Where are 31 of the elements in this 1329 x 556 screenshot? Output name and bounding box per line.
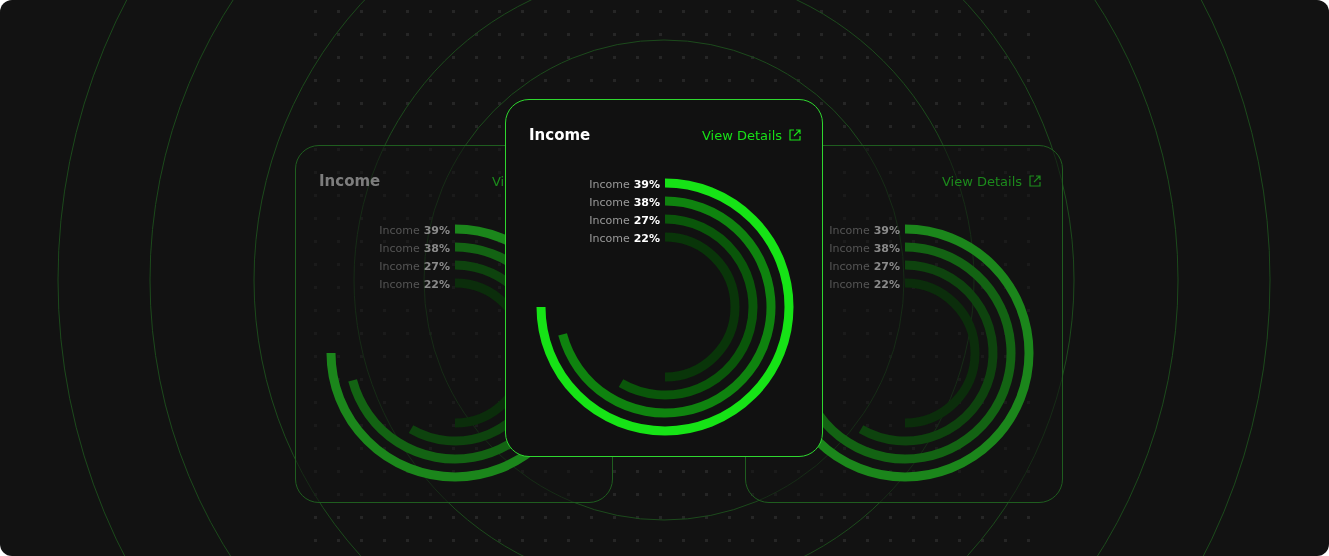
card-title: Income [529, 126, 591, 144]
legend-label: Income [379, 241, 420, 255]
legend-value: 38% [423, 241, 450, 255]
legend-value: 22% [633, 231, 660, 245]
legend-label: Income [829, 223, 870, 237]
legend-label: Income [589, 195, 630, 209]
legend-label: Income [829, 277, 870, 291]
view-details-link[interactable]: View Details [942, 173, 1042, 189]
legend-label: Income [589, 177, 630, 191]
legend-label: Income [379, 277, 420, 291]
legend-value: 38% [633, 195, 660, 209]
legend-label: Income [589, 231, 630, 245]
legend-value: 39% [873, 223, 900, 237]
view-details-link[interactable]: Vi [492, 173, 505, 189]
external-link-icon [789, 129, 802, 141]
legend-label: Income [379, 223, 420, 237]
legend-value: 22% [423, 277, 450, 291]
legend-value: 22% [873, 277, 900, 291]
legend-value: 27% [873, 259, 900, 273]
legend-value: 27% [633, 213, 660, 227]
legend-label: Income [589, 213, 630, 227]
legend-value: 38% [873, 241, 900, 255]
legend-value: 39% [633, 177, 660, 191]
legend-value: 39% [423, 223, 450, 237]
legend-label: Income [829, 241, 870, 255]
legend-value: 27% [423, 259, 450, 273]
legend-label: Income [379, 259, 420, 273]
card-title: Income [319, 172, 381, 190]
legend-label: Income [829, 259, 870, 273]
view-details-link[interactable]: View Details [702, 127, 802, 143]
external-link-icon [1029, 175, 1042, 187]
